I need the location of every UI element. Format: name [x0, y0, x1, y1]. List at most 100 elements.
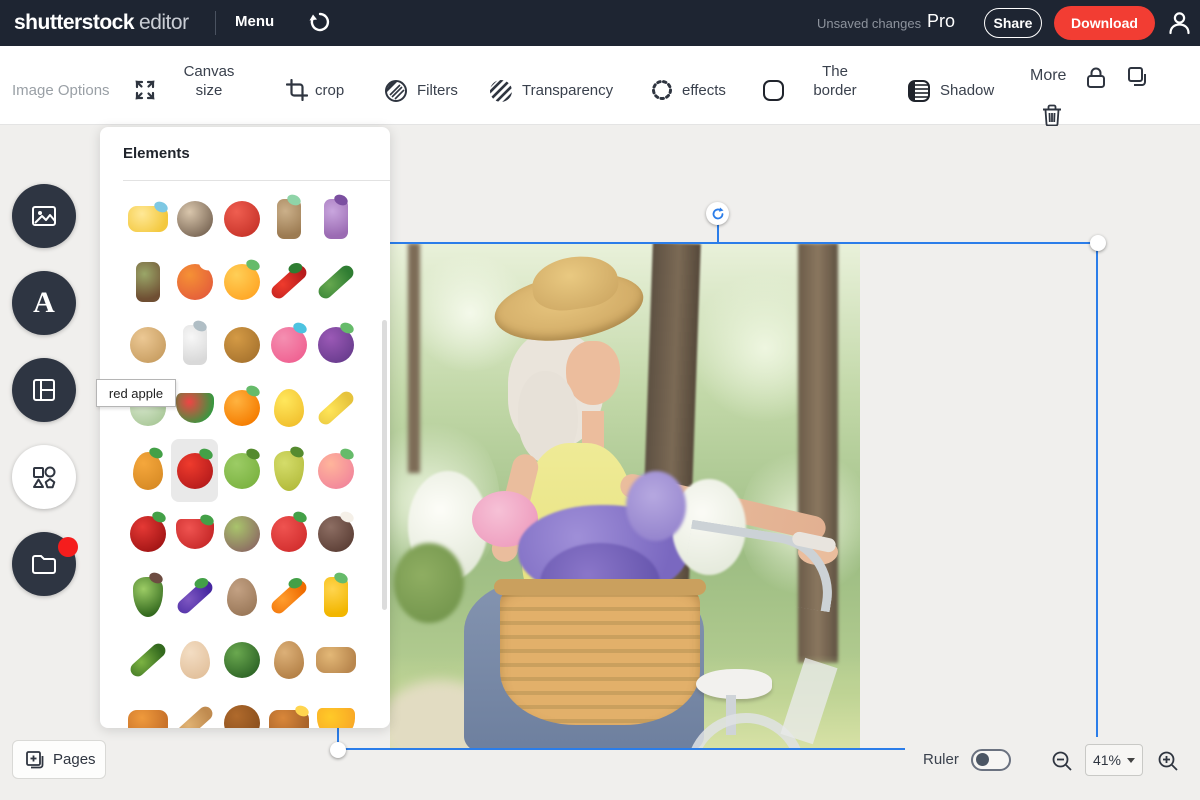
emoji-mango[interactable]	[218, 250, 265, 313]
emoji-bubble-tea[interactable]	[265, 187, 312, 250]
emoji-egg[interactable]	[171, 628, 218, 691]
carrot-accent	[287, 576, 303, 590]
chevron-down-icon	[1127, 758, 1135, 763]
emoji-avocado[interactable]	[124, 565, 171, 628]
emoji-coconut[interactable]	[312, 502, 359, 565]
emoji-beverage-box[interactable]	[312, 187, 359, 250]
resize-handle-top-right[interactable]	[1090, 235, 1106, 251]
emoji-bagel[interactable]	[124, 313, 171, 376]
emoji-pretzel[interactable]	[218, 691, 265, 728]
emoji-tomato[interactable]	[265, 502, 312, 565]
emoji-peanuts[interactable]	[265, 628, 312, 691]
emoji-cheese[interactable]	[312, 691, 359, 728]
text-icon: A	[33, 286, 55, 320]
emoji-mate[interactable]	[124, 250, 171, 313]
crop-button[interactable]: crop	[315, 82, 344, 99]
sidebar-item-elements[interactable]	[12, 445, 76, 509]
emoji-tangerine[interactable]	[218, 376, 265, 439]
emoji-eggplant[interactable]	[171, 565, 218, 628]
emoji-cucumber[interactable]	[124, 628, 171, 691]
emoji-bread[interactable]	[312, 628, 359, 691]
canvas-size-button[interactable]: Canvas size	[170, 62, 248, 100]
zoom-in-icon[interactable]	[1157, 750, 1179, 772]
red-apple-accent	[197, 446, 214, 461]
account-icon[interactable]	[1166, 9, 1193, 36]
emoji-moon-cake[interactable]	[218, 313, 265, 376]
panel-divider	[123, 180, 390, 181]
emoji-oyster[interactable]	[171, 187, 218, 250]
selection-top-edge[interactable]	[383, 242, 1098, 244]
bread-icon	[316, 647, 356, 673]
emoji-banana[interactable]	[312, 376, 359, 439]
shadow-button[interactable]: Shadow	[940, 82, 994, 99]
shadow-icon[interactable]	[907, 79, 931, 108]
eggplant-icon	[174, 577, 215, 616]
effects-icon[interactable]	[651, 79, 673, 106]
emoji-teapot[interactable]	[218, 187, 265, 250]
emoji-pineapple[interactable]	[124, 439, 171, 502]
emoji-corn[interactable]	[312, 565, 359, 628]
pages-icon	[25, 750, 45, 770]
emoji-leafy-green[interactable]	[312, 250, 359, 313]
delete-icon[interactable]	[1042, 104, 1062, 131]
emoji-butter[interactable]	[124, 187, 171, 250]
emoji-watermelon[interactable]	[171, 376, 218, 439]
peanuts-icon	[274, 641, 304, 679]
emoji-carrot[interactable]	[265, 565, 312, 628]
share-button[interactable]: Share	[984, 8, 1042, 38]
emoji-croissant[interactable]	[124, 691, 171, 728]
filters-button[interactable]: Filters	[417, 82, 458, 99]
filters-icon[interactable]	[384, 79, 408, 108]
rotate-handle[interactable]	[706, 202, 729, 225]
emoji-peach[interactable]	[312, 439, 359, 502]
selection-right-edge[interactable]	[1096, 243, 1098, 737]
resize-handle-bottom-left[interactable]	[330, 742, 346, 758]
emoji-pancakes[interactable]	[265, 691, 312, 728]
emoji-lemon[interactable]	[265, 376, 312, 439]
canvas-size-icon[interactable]	[133, 78, 157, 107]
folder-icon	[30, 550, 58, 578]
transparency-button[interactable]: Transparency	[522, 82, 613, 99]
strawberry-accent	[198, 512, 215, 527]
ruler-toggle[interactable]	[971, 749, 1011, 771]
panel-scrollbar[interactable]	[382, 320, 387, 610]
selection-bottom-edge[interactable]	[338, 748, 905, 750]
emoji-green-apple[interactable]	[218, 439, 265, 502]
eggplant-accent	[193, 576, 209, 590]
sidebar-item-text[interactable]: A	[12, 271, 76, 335]
emoji-cherries[interactable]	[124, 502, 171, 565]
red-apple-icon	[177, 453, 213, 489]
sidebar-item-images[interactable]	[12, 184, 76, 248]
download-button[interactable]: Download	[1054, 6, 1155, 40]
emoji-strawberry[interactable]	[171, 502, 218, 565]
duplicate-icon[interactable]	[1127, 66, 1149, 93]
lock-icon[interactable]	[1085, 66, 1107, 95]
undo-icon[interactable]	[308, 10, 332, 34]
border-icon[interactable]	[763, 80, 784, 101]
menu-button[interactable]: Menu	[235, 13, 274, 30]
emoji-rosette[interactable]	[171, 250, 218, 313]
border-button[interactable]: The border	[800, 62, 870, 100]
emoji-baguette[interactable]	[171, 691, 218, 728]
sidebar-item-templates[interactable]	[12, 358, 76, 422]
teapot-icon	[224, 201, 260, 237]
emoji-cupcake[interactable]	[265, 313, 312, 376]
emoji-potato[interactable]	[218, 565, 265, 628]
zoom-level-dropdown[interactable]: 41%	[1085, 744, 1143, 776]
canvas-image[interactable]	[390, 243, 860, 750]
emoji-pear[interactable]	[265, 439, 312, 502]
logo[interactable]: shutterstock editor	[14, 11, 189, 35]
zoom-out-icon[interactable]	[1051, 750, 1073, 772]
hot-pepper-icon	[268, 262, 309, 301]
emoji-salt[interactable]	[171, 313, 218, 376]
emoji-hot-pepper[interactable]	[265, 250, 312, 313]
more-button[interactable]: More	[1030, 67, 1066, 85]
emoji-broccoli[interactable]	[218, 628, 265, 691]
effects-button[interactable]: effects	[682, 82, 726, 99]
emoji-red-apple[interactable]	[171, 439, 218, 502]
emoji-kiwi[interactable]	[218, 502, 265, 565]
pages-button[interactable]: Pages	[12, 740, 106, 779]
crop-icon[interactable]	[286, 79, 308, 106]
emoji-grapes[interactable]	[312, 313, 359, 376]
transparency-icon[interactable]	[489, 79, 513, 108]
